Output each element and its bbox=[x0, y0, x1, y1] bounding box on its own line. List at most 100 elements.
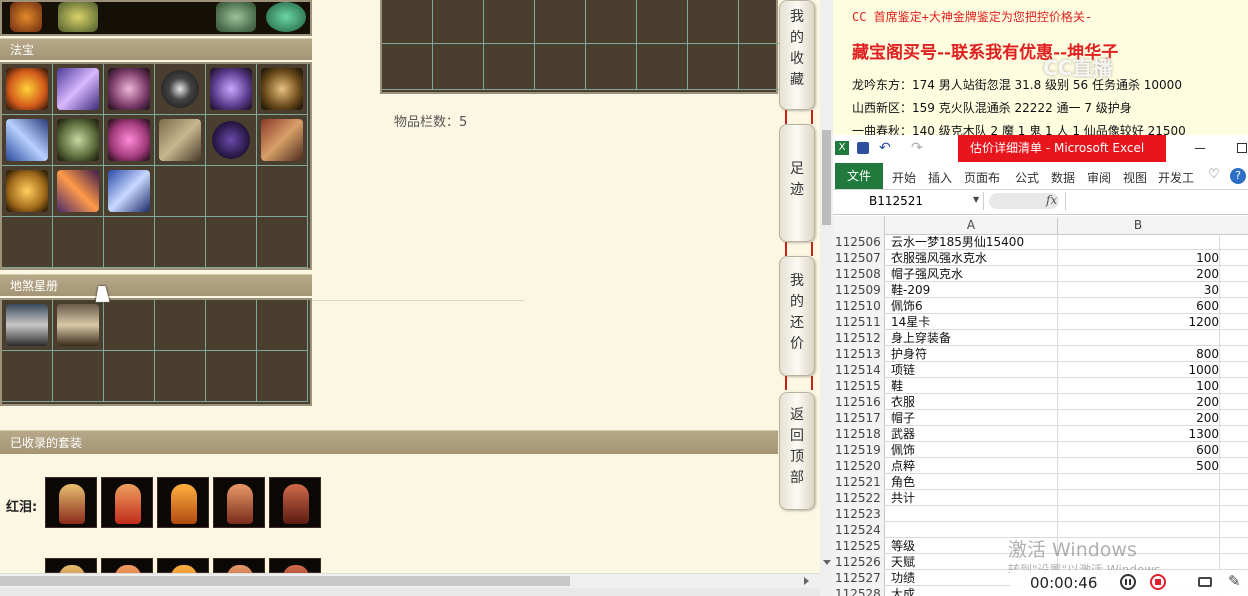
table-row[interactable]: 112513 护身符 800 bbox=[833, 346, 1248, 362]
cell-b[interactable]: 200 bbox=[1057, 394, 1219, 410]
cell-a[interactable]: 等级 bbox=[891, 538, 915, 554]
camera-icon[interactable] bbox=[1198, 577, 1212, 587]
table-row[interactable]: 112512 身上穿装备 bbox=[833, 330, 1248, 346]
cell-a[interactable]: 点粹 bbox=[891, 458, 915, 474]
inventory-slot[interactable] bbox=[2, 300, 53, 351]
tab-page-layout[interactable]: 页面布 bbox=[964, 169, 1000, 186]
table-row[interactable]: 112507 衣服强风强水克水 100 bbox=[833, 250, 1248, 266]
table-row[interactable]: 112508 帽子强风克水 200 bbox=[833, 266, 1248, 282]
table-row[interactable]: 112522 共计 bbox=[833, 490, 1248, 506]
cell-a[interactable]: 佩饰 bbox=[891, 442, 915, 458]
cell-a[interactable]: 大成 bbox=[891, 586, 915, 596]
cell-a[interactable]: 角色 bbox=[891, 474, 915, 490]
cell-b[interactable]: 1200 bbox=[1057, 314, 1219, 330]
side-tab-my-counteroffer[interactable]: 我的还价 bbox=[779, 256, 815, 376]
cell-a[interactable]: 帽子 bbox=[891, 410, 915, 426]
cell-b[interactable]: 200 bbox=[1057, 410, 1219, 426]
item-slot[interactable] bbox=[58, 2, 98, 32]
row-number[interactable]: 112513 bbox=[833, 346, 885, 362]
maximize-icon[interactable] bbox=[1237, 143, 1247, 153]
table-row[interactable]: 112518 武器 1300 bbox=[833, 426, 1248, 442]
inventory-slot[interactable] bbox=[104, 217, 155, 268]
tab-formulas[interactable]: 公式 bbox=[1015, 169, 1039, 186]
inventory-slot[interactable] bbox=[104, 166, 155, 217]
inventory-slot[interactable] bbox=[2, 166, 53, 217]
cell-a[interactable]: 帽子强风克水 bbox=[891, 266, 963, 282]
inventory-slot[interactable] bbox=[484, 44, 535, 90]
inventory-slot[interactable] bbox=[688, 0, 739, 44]
row-number[interactable]: 112508 bbox=[833, 266, 885, 282]
inventory-slot[interactable] bbox=[433, 44, 484, 90]
table-row[interactable]: 112510 佩饰6 600 bbox=[833, 298, 1248, 314]
inventory-slot[interactable] bbox=[2, 217, 53, 268]
cell-a[interactable]: 功绩 bbox=[891, 570, 915, 586]
inventory-slot[interactable] bbox=[155, 166, 206, 217]
cell-b[interactable]: 100 bbox=[1057, 378, 1219, 394]
suit-item[interactable] bbox=[157, 558, 209, 596]
inventory-slot[interactable] bbox=[382, 44, 433, 90]
cell-a[interactable]: 武器 bbox=[891, 426, 915, 442]
inventory-slot[interactable] bbox=[206, 351, 257, 402]
formula-input[interactable] bbox=[1065, 192, 1248, 210]
name-box[interactable]: B112521 ▼ bbox=[833, 192, 984, 210]
scroll-right-arrow-icon[interactable] bbox=[804, 577, 809, 585]
inventory-slot[interactable] bbox=[257, 217, 308, 268]
inventory-slot[interactable] bbox=[257, 300, 308, 351]
save-icon[interactable] bbox=[857, 142, 869, 154]
inventory-slot[interactable] bbox=[53, 115, 104, 166]
inventory-slot[interactable] bbox=[484, 0, 535, 44]
inventory-slot[interactable] bbox=[104, 300, 155, 351]
chevron-down-icon[interactable]: ▼ bbox=[973, 195, 979, 204]
suit-item[interactable] bbox=[269, 477, 321, 528]
cell-b[interactable]: 800 bbox=[1057, 346, 1219, 362]
cell-a[interactable]: 鞋 bbox=[891, 378, 903, 394]
row-number[interactable]: 112527 bbox=[833, 570, 885, 586]
suit-item[interactable] bbox=[269, 558, 321, 596]
inventory-slot[interactable] bbox=[2, 115, 53, 166]
heart-icon[interactable]: ♡ bbox=[1208, 167, 1220, 182]
inventory-slot[interactable] bbox=[637, 0, 688, 44]
tab-insert[interactable]: 插入 bbox=[928, 169, 952, 186]
pause-icon[interactable] bbox=[1120, 574, 1136, 590]
table-row[interactable]: 112517 帽子 200 bbox=[833, 410, 1248, 426]
inventory-slot[interactable] bbox=[53, 217, 104, 268]
inventory-slot[interactable] bbox=[206, 115, 257, 166]
table-row[interactable]: 112506 云水一梦185男仙15400 bbox=[833, 234, 1248, 250]
horizontal-scrollbar[interactable] bbox=[0, 573, 820, 588]
row-number[interactable]: 112528 bbox=[833, 586, 885, 596]
row-number[interactable]: 112509 bbox=[833, 282, 885, 298]
row-number[interactable]: 112517 bbox=[833, 410, 885, 426]
cell-b[interactable]: 1300 bbox=[1057, 426, 1219, 442]
minimize-icon[interactable] bbox=[1195, 148, 1205, 149]
tab-home[interactable]: 开始 bbox=[892, 169, 916, 186]
corner-cell[interactable] bbox=[833, 216, 885, 234]
item-slot[interactable] bbox=[266, 2, 306, 32]
row-number[interactable]: 112515 bbox=[833, 378, 885, 394]
row-number[interactable]: 112521 bbox=[833, 474, 885, 490]
row-number[interactable]: 112524 bbox=[833, 522, 885, 538]
suit-item[interactable] bbox=[45, 477, 97, 528]
item-slot[interactable] bbox=[10, 2, 42, 32]
inventory-slot[interactable] bbox=[104, 351, 155, 402]
inventory-slot[interactable] bbox=[637, 44, 688, 90]
pen-icon[interactable]: ✎ bbox=[1228, 572, 1241, 590]
tab-developer[interactable]: 开发工 bbox=[1158, 169, 1194, 186]
tab-file[interactable]: 文件 bbox=[835, 163, 883, 189]
inventory-slot[interactable] bbox=[206, 217, 257, 268]
inventory-slot[interactable] bbox=[535, 0, 586, 44]
inventory-slot[interactable] bbox=[257, 115, 308, 166]
scrollbar-thumb[interactable] bbox=[0, 576, 570, 586]
suit-item[interactable] bbox=[157, 477, 209, 528]
inventory-slot[interactable] bbox=[155, 351, 206, 402]
table-row[interactable]: 112514 项链 1000 bbox=[833, 362, 1248, 378]
suit-item[interactable] bbox=[101, 477, 153, 528]
row-number[interactable]: 112514 bbox=[833, 362, 885, 378]
row-number[interactable]: 112526 bbox=[833, 554, 885, 570]
inventory-slot[interactable] bbox=[586, 0, 637, 44]
inventory-slot[interactable] bbox=[206, 166, 257, 217]
cell-b[interactable]: 100 bbox=[1057, 250, 1219, 266]
row-number[interactable]: 112507 bbox=[833, 250, 885, 266]
cell-a[interactable]: 14星卡 bbox=[891, 314, 930, 330]
cell-b[interactable]: 500 bbox=[1057, 458, 1219, 474]
suit-item[interactable] bbox=[213, 477, 265, 528]
